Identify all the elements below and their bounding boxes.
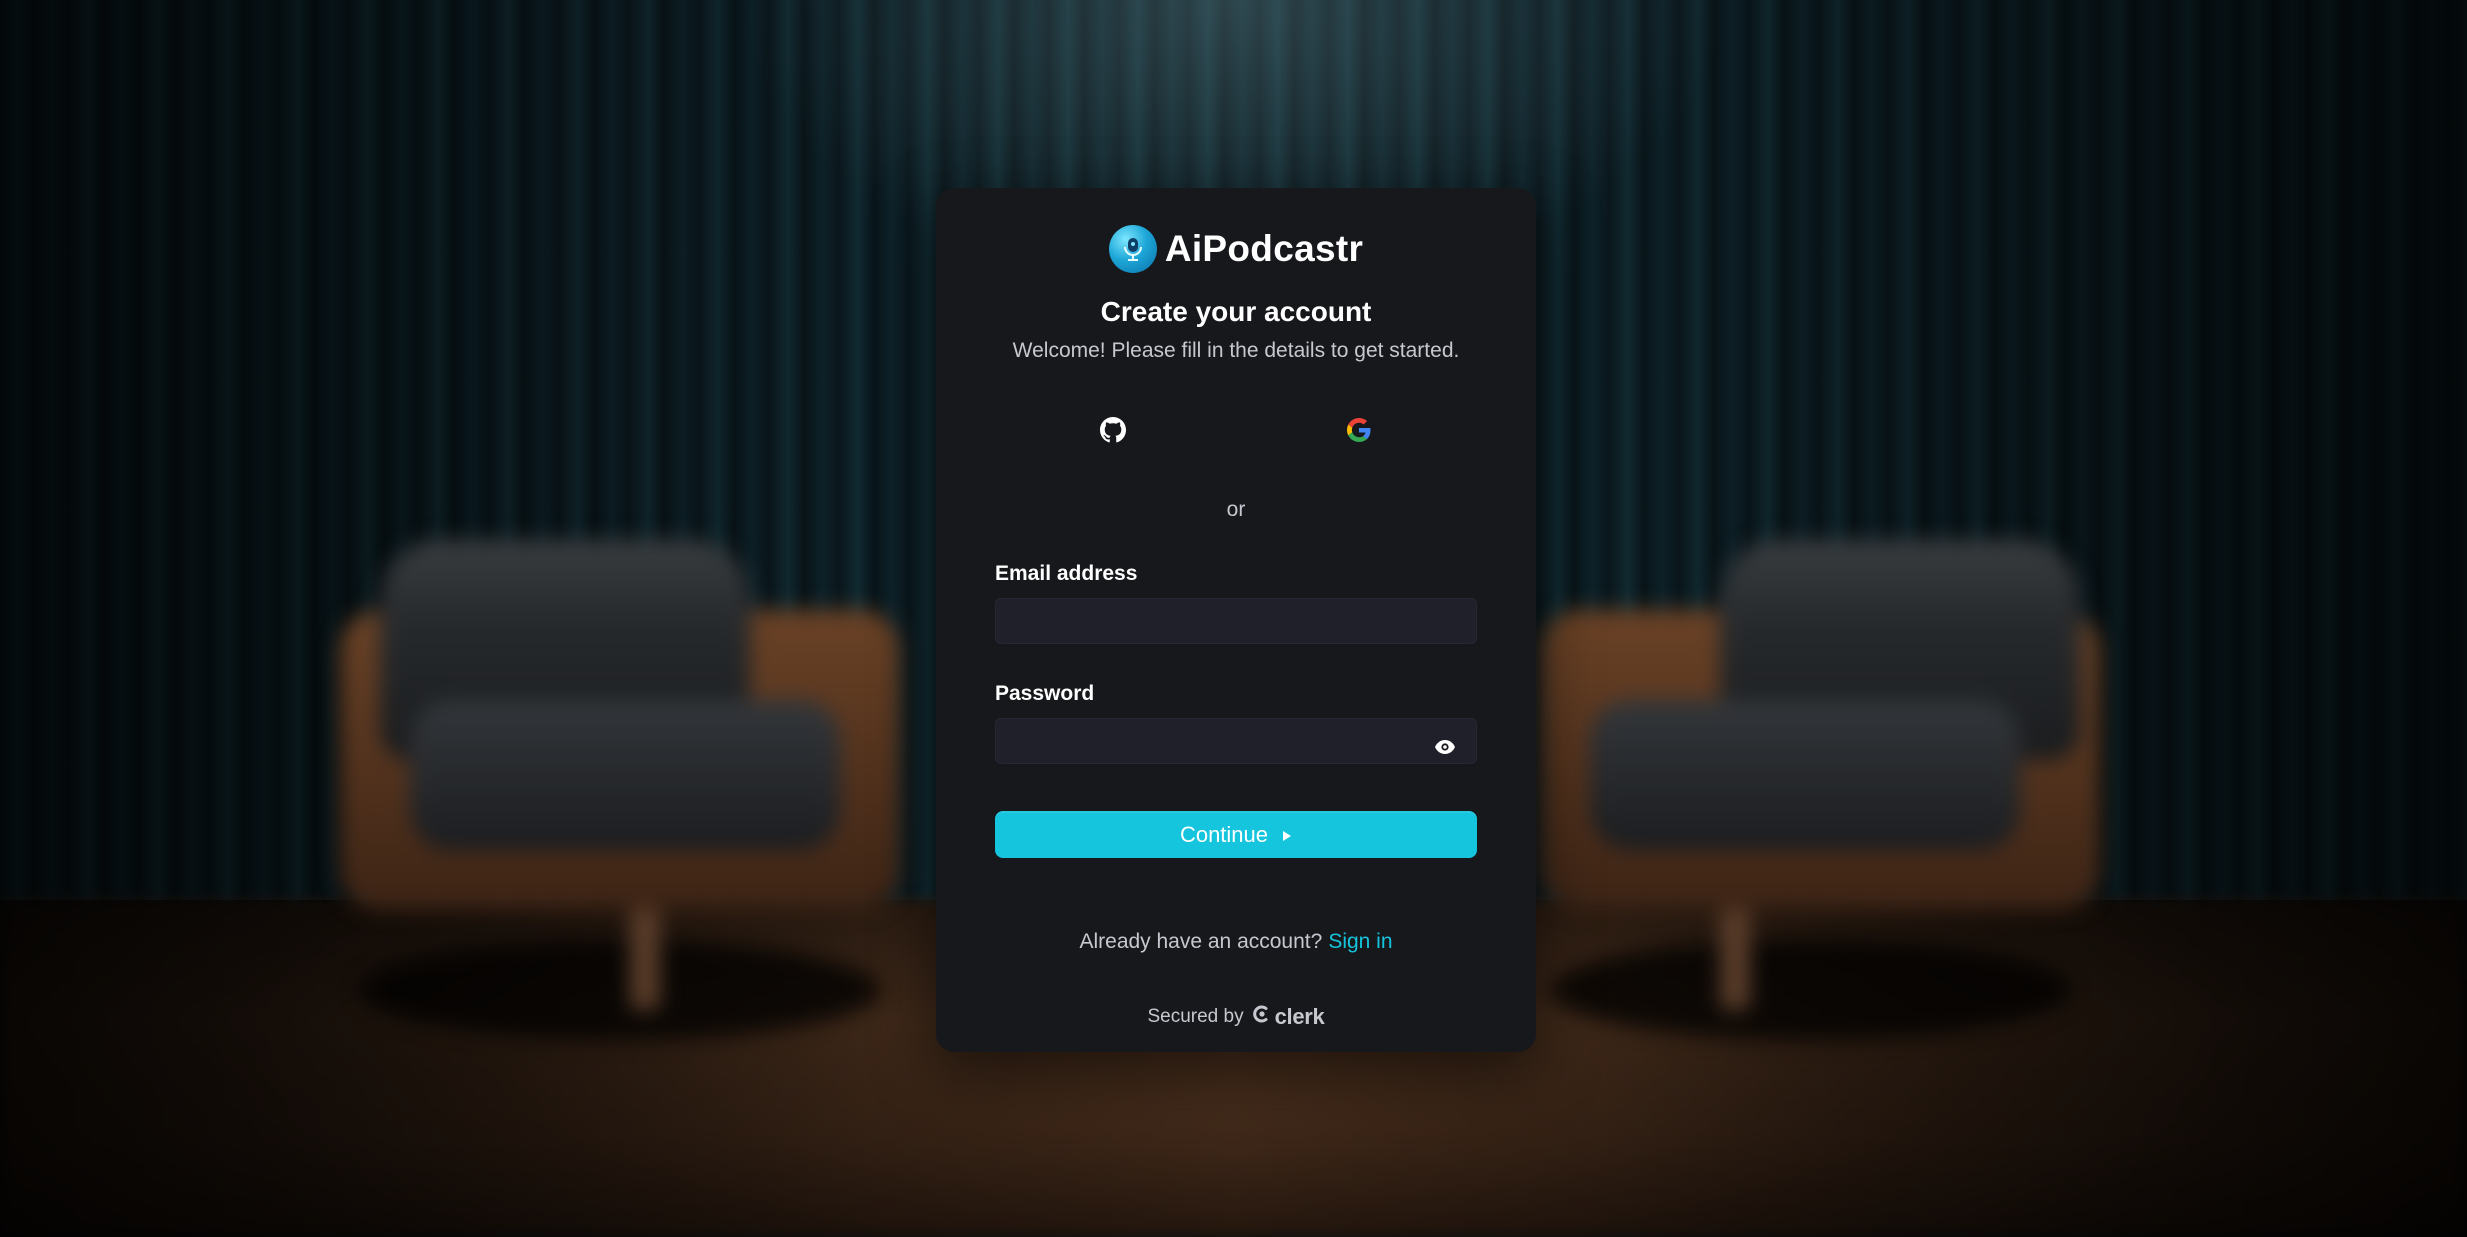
continue-button[interactable]: Continue: [995, 811, 1477, 858]
email-label: Email address: [995, 562, 1138, 585]
github-login-button[interactable]: [995, 402, 1231, 462]
brand-name: AiPodcastr: [1164, 228, 1364, 269]
continue-label: Continue: [1179, 821, 1269, 847]
social-login-row: [995, 402, 1477, 462]
clerk-name: clerk: [1274, 1004, 1325, 1029]
google-login-button[interactable]: [1241, 402, 1477, 462]
form-heading: Create your account: [1100, 296, 1372, 327]
email-field[interactable]: [995, 598, 1477, 644]
play-arrow-icon: [1282, 822, 1292, 848]
or-divider: or: [1226, 498, 1246, 521]
secured-by-text: Secured by: [1147, 1006, 1244, 1027]
secured-by: Secured by clerk: [936, 1004, 1536, 1030]
google-icon: [1347, 417, 1371, 447]
right-chair: [1520, 540, 2140, 1060]
sign-in-prompt: Already have an account? Sign in: [936, 930, 1536, 954]
sign-up-card: AiPodcastr Create your account Welcome! …: [936, 188, 1536, 1052]
microphone-logo-icon: [1108, 225, 1157, 273]
sign-in-link[interactable]: Sign in: [1328, 930, 1392, 953]
clerk-logo-icon: [1252, 1004, 1272, 1030]
password-field[interactable]: [995, 718, 1477, 764]
clerk-logo: clerk: [1252, 1004, 1325, 1030]
github-icon: [1100, 416, 1126, 448]
eye-icon: [1435, 739, 1455, 759]
password-label: Password: [995, 682, 1095, 705]
brand: AiPodcastr: [936, 224, 1536, 274]
show-password-button[interactable]: [1425, 729, 1465, 769]
form-subheading: Welcome! Please fill in the details to g…: [1012, 339, 1460, 362]
left-chair: [320, 540, 940, 1060]
sign-in-prompt-text: Already have an account?: [1079, 930, 1323, 953]
